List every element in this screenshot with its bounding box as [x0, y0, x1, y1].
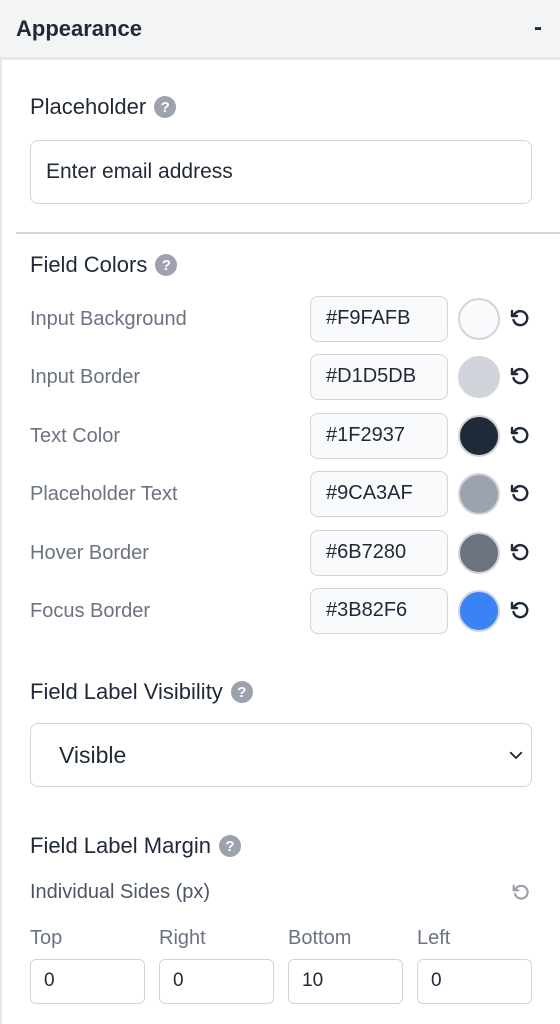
placeholder-label-text: Placeholder — [30, 94, 147, 119]
color-swatch[interactable] — [458, 356, 500, 398]
placeholder-label: Placeholder ? — [30, 94, 177, 120]
help-icon[interactable]: ? — [154, 96, 177, 118]
help-icon[interactable]: ? — [230, 681, 253, 703]
reset-icon[interactable] — [508, 365, 532, 389]
margin-bottom-input[interactable]: 10 — [288, 959, 403, 1004]
select-value: Visible — [59, 742, 127, 768]
margin-right-input[interactable]: 0 — [159, 959, 274, 1004]
margin-right-label: Right — [159, 927, 206, 949]
reset-icon[interactable] — [510, 882, 532, 904]
color-row-placeholder-text: Placeholder Text #9CA3AF — [0, 471, 560, 521]
hex-input[interactable]: #D1D5DB — [310, 354, 448, 400]
field-colors-label-text: Field Colors — [30, 252, 148, 277]
color-row-label: Input Background — [30, 308, 187, 330]
margin-top-input[interactable]: 0 — [30, 959, 145, 1004]
margin-bottom-label: Bottom — [288, 927, 352, 949]
field-label-margin-text: Field Label Margin — [30, 833, 211, 858]
margin-top-label: Top — [30, 927, 63, 949]
reset-icon[interactable] — [508, 541, 532, 565]
color-row-input-background: Input Background #F9FAFB — [0, 296, 560, 346]
help-icon[interactable]: ? — [218, 835, 241, 857]
hex-input[interactable]: #F9FAFB — [310, 296, 448, 342]
margin-left-input[interactable]: 0 — [417, 959, 532, 1004]
chevron-down-icon — [509, 751, 523, 759]
reset-icon[interactable] — [508, 307, 532, 331]
reset-icon[interactable] — [508, 599, 532, 623]
color-row-label: Hover Border — [30, 542, 149, 564]
color-swatch[interactable] — [458, 532, 500, 574]
placeholder-input[interactable]: Enter email address — [30, 140, 532, 204]
field-label-visibility-label: Field Label Visibility ? — [30, 679, 253, 705]
reset-icon[interactable] — [508, 424, 532, 448]
color-row-text-color: Text Color #1F2937 — [0, 413, 560, 463]
color-swatch[interactable] — [458, 473, 500, 515]
hex-input[interactable]: #9CA3AF — [310, 471, 448, 517]
color-row-label: Input Border — [30, 366, 141, 388]
color-row-label: Text Color — [30, 425, 121, 447]
hex-input[interactable]: #1F2937 — [310, 413, 448, 459]
label-visibility-select[interactable]: Visible — [30, 723, 532, 787]
hex-input[interactable]: #3B82F6 — [310, 588, 448, 634]
color-swatch[interactable] — [458, 298, 500, 340]
help-icon[interactable]: ? — [155, 254, 178, 276]
color-row-hover-border: Hover Border #6B7280 — [0, 530, 560, 580]
reset-icon[interactable] — [508, 482, 532, 506]
color-row-label: Focus Border — [30, 600, 151, 622]
color-row-input-border: Input Border #D1D5DB — [0, 354, 560, 404]
collapse-toggle-button[interactable]: - — [528, 14, 548, 42]
color-row-focus-border: Focus Border #3B82F6 — [0, 588, 560, 638]
color-swatch[interactable] — [458, 415, 500, 457]
field-label-margin-label: Field Label Margin ? — [30, 833, 241, 859]
hex-input[interactable]: #6B7280 — [310, 530, 448, 576]
section-title: Appearance — [16, 16, 142, 41]
section-header[interactable]: Appearance - — [0, 0, 560, 60]
individual-sides-label: Individual Sides (px) — [30, 881, 211, 903]
color-swatch[interactable] — [458, 590, 500, 632]
divider — [16, 232, 560, 234]
color-row-label: Placeholder Text — [30, 483, 178, 505]
field-colors-label: Field Colors ? — [30, 252, 178, 278]
field-label-visibility-text: Field Label Visibility — [30, 679, 223, 704]
margin-left-label: Left — [417, 927, 451, 949]
